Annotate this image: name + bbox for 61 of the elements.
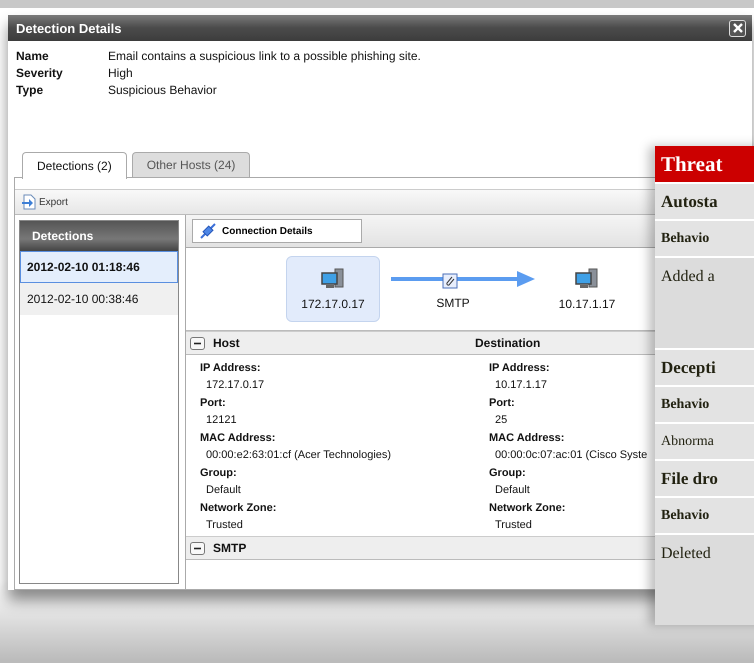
collapse-button[interactable]	[190, 542, 205, 554]
field-label: Group:	[489, 466, 526, 479]
document-arrow-icon	[21, 194, 37, 210]
field-value: 00:00:0c:07:ac:01 (Cisco Syste	[494, 449, 648, 462]
field-label: IP Address:	[200, 362, 261, 374]
list-header: Detections	[20, 221, 178, 251]
field-value: Trusted	[494, 519, 532, 532]
window-title: Detection Details	[16, 20, 122, 36]
protocol-label: SMTP	[436, 296, 470, 310]
detection-item[interactable]: 2012-02-10 01:18:46	[20, 251, 178, 283]
table-cell: Added a	[655, 258, 754, 348]
field-label: IP Address:	[489, 362, 550, 374]
field-value: Suspicious Behavior	[108, 83, 218, 97]
field-label: Name	[16, 49, 50, 63]
close-button[interactable]	[729, 20, 746, 36]
table-header: Threat	[655, 146, 754, 182]
table-cell: Autosta	[655, 184, 754, 219]
paperclip-icon	[442, 273, 458, 289]
table-cell: Behavio	[655, 221, 754, 256]
close-icon	[732, 23, 742, 33]
field-value: Default	[205, 484, 241, 496]
column-header: Destination	[475, 336, 540, 350]
destination-node[interactable]: 10.17.1.17	[540, 256, 634, 322]
field-value: 172.17.0.17	[205, 379, 264, 392]
table-cell: Behavio	[655, 498, 754, 533]
table-cell: Deleted	[655, 535, 754, 625]
table-cell: Decepti	[655, 350, 754, 385]
table-cell: File dro	[655, 461, 754, 496]
field-label: MAC Address:	[200, 432, 276, 444]
connection-details-button[interactable]: Connection Details	[192, 219, 362, 243]
section-title: SMTP	[213, 541, 248, 555]
tab[interactable]: Other Hosts (24)	[132, 152, 250, 177]
tab[interactable]: Detections (2)	[22, 152, 127, 179]
node-label: 10.17.1.17	[558, 296, 616, 310]
section-title: Host	[213, 336, 241, 350]
field-value: 12121	[205, 414, 237, 426]
field-label: Severity	[16, 66, 64, 80]
arrow-icon	[390, 268, 536, 290]
table-cell: Behavio	[655, 387, 754, 422]
field-label: Network Zone:	[200, 502, 276, 514]
field-value: Default	[494, 484, 530, 496]
node-label: 172.17.0.17	[301, 296, 365, 310]
field-value: 00:00:e2:63:01:cf (Acer Technologies)	[205, 449, 392, 462]
field-value: Trusted	[205, 519, 243, 532]
detection-item[interactable]: 2012-02-10 00:38:46	[20, 283, 178, 315]
field-value: 10.17.1.17	[494, 379, 547, 392]
field-label: Network Zone:	[489, 502, 566, 514]
table-cell: Abnorma	[655, 424, 754, 459]
field-value: High	[108, 66, 134, 80]
field-label: Port:	[200, 396, 226, 409]
computer-icon	[321, 268, 345, 290]
collapse-button[interactable]	[190, 336, 205, 350]
field-label: Type	[16, 83, 44, 97]
field-value: Email contains a suspicious link to a possible phishing site.	[108, 49, 422, 63]
field-label: Port:	[489, 396, 515, 409]
field-value: 25	[494, 414, 508, 426]
export-button[interactable]: Export	[19, 192, 70, 212]
field-label: Group:	[200, 466, 237, 479]
host-node[interactable]: 172.17.0.17	[286, 256, 380, 322]
computer-icon	[575, 268, 599, 290]
field-label: MAC Address:	[489, 432, 564, 444]
